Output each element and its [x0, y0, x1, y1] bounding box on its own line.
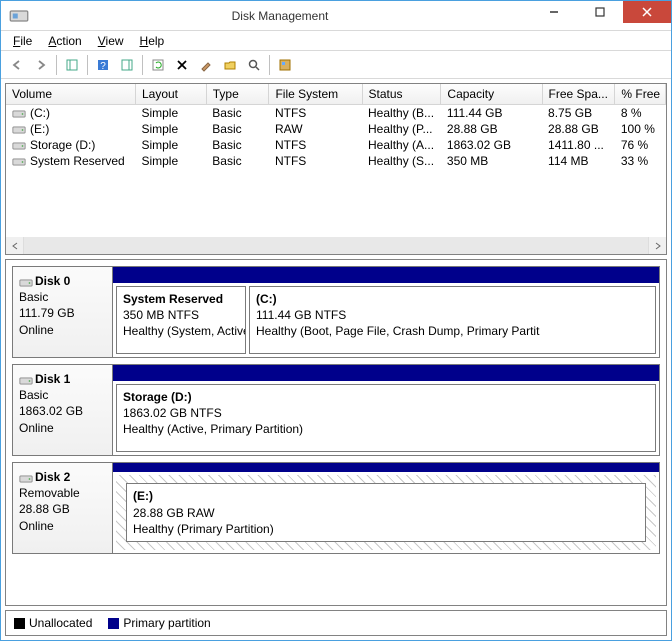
- volume-row[interactable]: System ReservedSimpleBasicNTFSHealthy (S…: [6, 153, 666, 169]
- show-hide-action-pane-button[interactable]: [115, 53, 139, 77]
- col-type[interactable]: Type: [206, 84, 269, 105]
- col-volume[interactable]: Volume: [6, 84, 135, 105]
- forward-button[interactable]: [29, 53, 53, 77]
- refresh-button[interactable]: [146, 53, 170, 77]
- volume-list-pane: Volume Layout Type File System Status Ca…: [5, 83, 667, 255]
- disk-info: Disk 1Basic1863.02 GBOnline: [13, 365, 113, 455]
- disk-info: Disk 0Basic111.79 GBOnline: [13, 267, 113, 357]
- disk-row[interactable]: Disk 0Basic111.79 GBOnlineSystem Reserve…: [12, 266, 660, 358]
- open-folder-button[interactable]: [218, 53, 242, 77]
- volume-row[interactable]: (E:)SimpleBasicRAWHealthy (P...28.88 GB2…: [6, 121, 666, 137]
- svg-text:?: ?: [100, 61, 106, 72]
- scroll-track[interactable]: [23, 237, 649, 254]
- scroll-right-button[interactable]: [649, 237, 666, 254]
- disk-partitions: (E:)28.88 GB RAWHealthy (Primary Partiti…: [113, 463, 659, 553]
- settings-button[interactable]: [273, 53, 297, 77]
- volume-name-cell: (C:): [6, 105, 135, 121]
- minimize-button[interactable]: [531, 1, 577, 23]
- volume-row[interactable]: Storage (D:)SimpleBasicNTFSHealthy (A...…: [6, 137, 666, 153]
- menu-bar: File Action View Help: [1, 31, 671, 51]
- disk-graphical-pane: Disk 0Basic111.79 GBOnlineSystem Reserve…: [5, 259, 667, 606]
- disk-row[interactable]: Disk 2Removable28.88 GBOnline(E:)28.88 G…: [12, 462, 660, 554]
- title-bar: Disk Management: [1, 1, 671, 31]
- disk-header-strip: [113, 365, 659, 381]
- menu-help[interactable]: Help: [132, 32, 173, 50]
- partition[interactable]: (C:)111.44 GB NTFSHealthy (Boot, Page Fi…: [249, 286, 656, 354]
- col-capacity[interactable]: Capacity: [441, 84, 542, 105]
- menu-view[interactable]: View: [90, 32, 132, 50]
- legend-primary: Primary partition: [108, 616, 210, 630]
- disk-partitions: System Reserved350 MB NTFSHealthy (Syste…: [113, 267, 659, 357]
- partition[interactable]: Storage (D:)1863.02 GB NTFSHealthy (Acti…: [116, 384, 656, 452]
- scroll-left-button[interactable]: [6, 237, 23, 254]
- help-button[interactable]: ?: [91, 53, 115, 77]
- show-hide-console-tree-button[interactable]: [60, 53, 84, 77]
- disk-row[interactable]: Disk 1Basic1863.02 GBOnlineStorage (D:)1…: [12, 364, 660, 456]
- col-free[interactable]: Free Spa...: [542, 84, 615, 105]
- toolbar: ?: [1, 51, 671, 79]
- close-button[interactable]: [623, 1, 671, 23]
- col-status[interactable]: Status: [362, 84, 441, 105]
- volume-name-cell: System Reserved: [6, 153, 135, 169]
- disk-icon: [19, 472, 33, 484]
- app-icon: [9, 6, 29, 26]
- partition[interactable]: System Reserved350 MB NTFSHealthy (Syste…: [116, 286, 246, 354]
- col-pctfree[interactable]: % Free: [615, 84, 666, 105]
- window-title: Disk Management: [29, 9, 531, 23]
- volume-row[interactable]: (C:)SimpleBasicNTFSHealthy (B...111.44 G…: [6, 105, 666, 122]
- content-area: Volume Layout Type File System Status Ca…: [1, 79, 671, 640]
- disk-partitions: Storage (D:)1863.02 GB NTFSHealthy (Acti…: [113, 365, 659, 455]
- volume-name-cell: (E:): [6, 121, 135, 137]
- disk-icon: [19, 276, 33, 288]
- disk-info: Disk 2Removable28.88 GBOnline: [13, 463, 113, 553]
- delete-button[interactable]: [170, 53, 194, 77]
- legend-bar: Unallocated Primary partition: [5, 610, 667, 636]
- volume-table[interactable]: Volume Layout Type File System Status Ca…: [6, 84, 666, 169]
- disk-header-strip: [113, 267, 659, 283]
- menu-action[interactable]: Action: [40, 32, 89, 50]
- volume-name-cell: Storage (D:): [6, 137, 135, 153]
- back-button[interactable]: [5, 53, 29, 77]
- swatch-primary-icon: [108, 618, 119, 629]
- search-button[interactable]: [242, 53, 266, 77]
- legend-unallocated: Unallocated: [14, 616, 92, 630]
- volume-table-header[interactable]: Volume Layout Type File System Status Ca…: [6, 84, 666, 105]
- disk-header-strip: [113, 463, 659, 472]
- col-layout[interactable]: Layout: [135, 84, 206, 105]
- menu-file[interactable]: File: [5, 32, 40, 50]
- swatch-unallocated-icon: [14, 618, 25, 629]
- volume-horizontal-scrollbar[interactable]: [6, 237, 666, 254]
- maximize-button[interactable]: [577, 1, 623, 23]
- properties-button[interactable]: [194, 53, 218, 77]
- col-fs[interactable]: File System: [269, 84, 362, 105]
- disk-icon: [19, 374, 33, 386]
- partition[interactable]: (E:)28.88 GB RAWHealthy (Primary Partiti…: [116, 475, 656, 550]
